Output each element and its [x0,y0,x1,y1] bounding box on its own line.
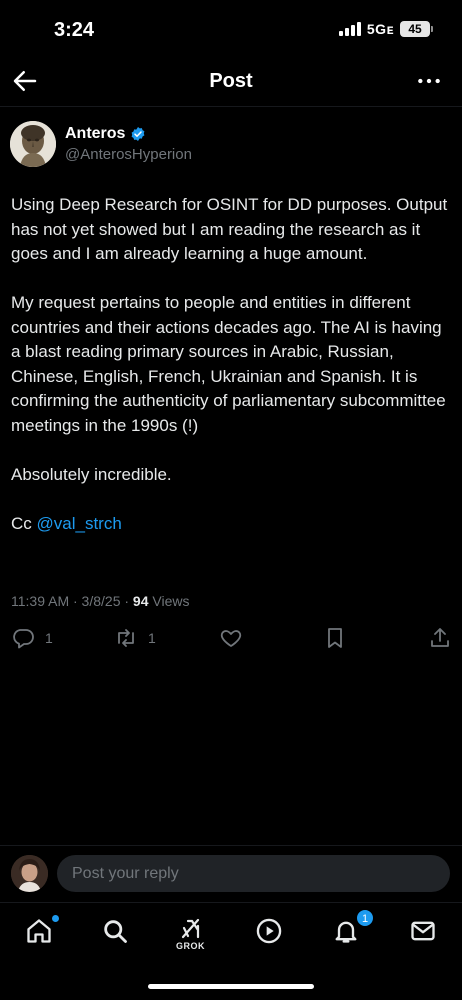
envelope-icon [411,921,435,941]
post-timestamp: 11:39 AM · 3/8/25 · [11,593,130,609]
bookmark-button[interactable] [323,626,347,650]
share-button[interactable] [428,626,452,650]
reply-icon [13,629,34,649]
post-author: Anteros @AnterosHyperion [10,121,450,169]
reply-input[interactable]: Post your reply [57,855,450,892]
repost-button[interactable]: 1 [114,626,156,650]
home-indicator[interactable] [148,984,314,989]
notifications-badge: 1 [356,909,374,927]
play-circle-icon [256,918,282,944]
views-label: Views [152,593,190,609]
status-time: 3:24 [54,19,95,41]
status-indicators: 5Gᴇ 45 [338,21,433,37]
author-avatar[interactable] [10,121,56,167]
tab-notifications[interactable]: 1 [332,909,374,947]
repost-icon [118,629,134,647]
page-title: Post [209,70,253,92]
heart-icon [220,630,242,647]
author-name-row[interactable]: Anteros [65,125,146,143]
home-icon [27,919,51,943]
share-icon [431,628,449,647]
post-paragraph: Using Deep Research for OSINT for DD pur… [11,195,448,263]
reply-count: 1 [45,630,53,646]
statue-bust-image [10,121,56,167]
signal-icon [338,22,361,36]
more-horizontal-icon [418,78,440,84]
user-photo-image [11,855,48,892]
author-name[interactable]: Anteros [65,125,125,143]
network-label: 5Gᴇ [366,21,394,37]
grok-icon [181,918,200,939]
tab-messages[interactable] [409,917,439,947]
reply-button[interactable]: 1 [11,626,53,650]
grok-label: GROK [176,941,205,951]
battery-icon: 45 [400,21,433,37]
post-actions: 1 1 [0,626,462,656]
post-text: Using Deep Research for OSINT for DD pur… [11,193,451,561]
search-icon [104,920,127,943]
repost-count: 1 [148,630,156,646]
tab-search[interactable] [101,917,131,947]
mention-link[interactable]: @val_strch [37,514,122,533]
post-paragraph: Absolutely incredible. [11,464,172,484]
nav-header: Post [0,60,462,106]
post-paragraph: My request pertains to people and entiti… [11,293,446,435]
cc-line: Cc @val_strch [11,512,451,537]
home-badge-dot [51,914,60,923]
views-count[interactable]: 94 [133,593,149,609]
verified-badge-icon [132,127,145,141]
reply-composer: Post your reply [0,846,462,902]
author-handle[interactable]: @AnterosHyperion [65,146,192,163]
post-meta: 11:39 AM · 3/8/25 · 94 Views [11,593,189,609]
status-bar: 3:24 5Gᴇ 45 [0,0,462,60]
user-avatar[interactable] [11,855,48,892]
bottom-tab-bar: GROK 1 [0,902,462,962]
like-button[interactable] [219,626,243,650]
tab-grok[interactable]: GROK [176,917,208,951]
bookmark-icon [328,628,342,648]
cc-prefix: Cc [11,513,32,533]
tab-video[interactable] [255,917,285,947]
tab-home[interactable] [25,914,60,947]
divider [0,106,462,107]
more-button[interactable] [416,68,442,94]
